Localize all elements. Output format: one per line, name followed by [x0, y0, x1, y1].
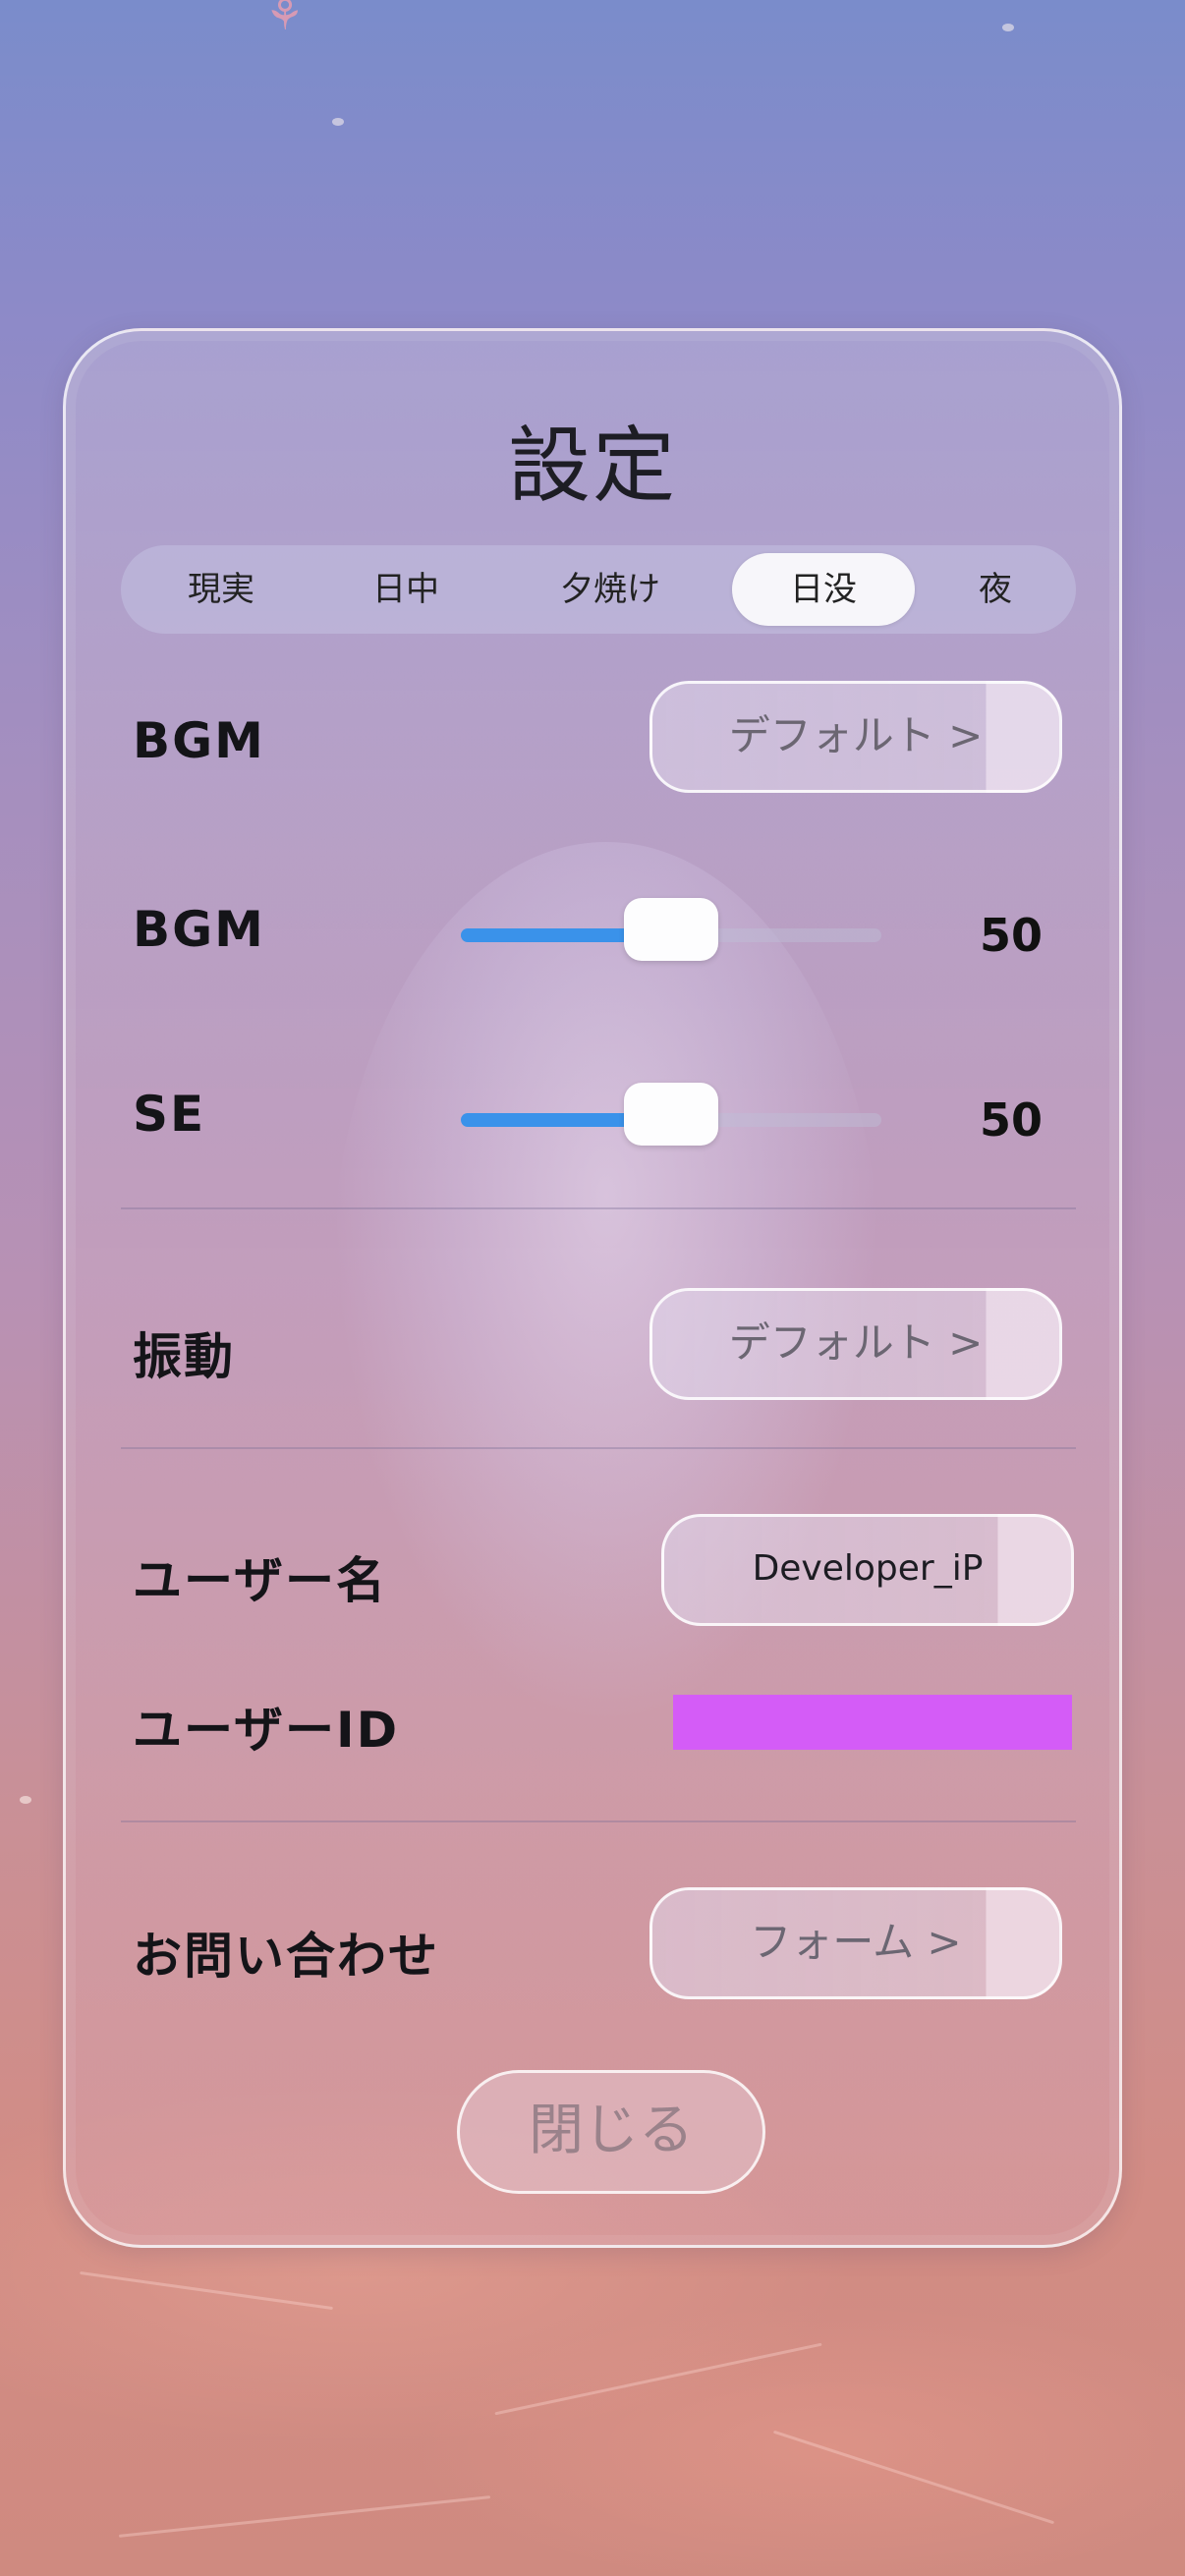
bgm-volume-slider[interactable] [461, 898, 881, 961]
bgm-volume-label: BGM [133, 901, 265, 958]
tab-daytime[interactable]: 日中 [317, 553, 494, 626]
divider [121, 1820, 1076, 1822]
contact-form-button-label: フォーム > [750, 1918, 962, 1966]
tab-dusk[interactable]: 日没 [732, 553, 915, 626]
page-title: 設定 [507, 418, 677, 514]
contact-label: お問い合わせ [133, 1928, 439, 1985]
settings-panel: 設定 現実 日中 夕焼け 日没 夜 BGM デフォルト > BGM 50 SE … [63, 328, 1122, 2248]
vibration-button-label: デフォルト > [728, 1318, 984, 1367]
se-volume-slider[interactable] [461, 1083, 881, 1146]
vibration-button[interactable]: デフォルト > [649, 1288, 1062, 1400]
tab-sunset[interactable]: 夕焼け [512, 553, 708, 626]
background-streak [772, 2430, 1055, 2525]
vibration-label: 振動 [133, 1328, 235, 1385]
se-volume-thumb[interactable] [624, 1083, 718, 1146]
divider [121, 1207, 1076, 1209]
user-id-label: ユーザーID [133, 1702, 400, 1759]
se-volume-label: SE [133, 1086, 206, 1143]
tab-night[interactable]: 夜 [927, 553, 1064, 626]
divider [121, 1447, 1076, 1449]
background-particle [20, 1796, 31, 1804]
tab-reality[interactable]: 現実 [133, 553, 310, 626]
bgm-track-label: BGM [133, 712, 265, 769]
contact-form-button[interactable]: フォーム > [649, 1887, 1062, 1999]
close-button[interactable]: 閉じる [457, 2070, 765, 2194]
username-value: Developer_iP [752, 1548, 984, 1589]
bgm-track-button-label: デフォルト > [728, 711, 984, 759]
background-streak [118, 2495, 491, 2538]
background-streak [494, 2342, 822, 2416]
username-field[interactable]: Developer_iP [661, 1514, 1074, 1626]
bgm-track-button[interactable]: デフォルト > [649, 681, 1062, 793]
background-particle [332, 118, 344, 126]
se-volume-value: 50 [980, 1093, 1044, 1147]
bgm-volume-value: 50 [980, 909, 1044, 962]
background-streak [80, 2270, 333, 2311]
user-id-redacted-value [673, 1695, 1072, 1750]
bgm-volume-thumb[interactable] [624, 898, 718, 961]
app-screen: ⚘ 設定 現実 日中 夕焼け 日没 夜 BGM デフォルト > BGM 50 S… [0, 0, 1185, 2576]
time-of-day-tabs: 現実 日中 夕焼け 日没 夜 [121, 545, 1076, 634]
username-label: ユーザー名 [133, 1552, 387, 1609]
plant-decoration-icon: ⚘ [265, 0, 305, 40]
background-particle [1002, 24, 1014, 31]
